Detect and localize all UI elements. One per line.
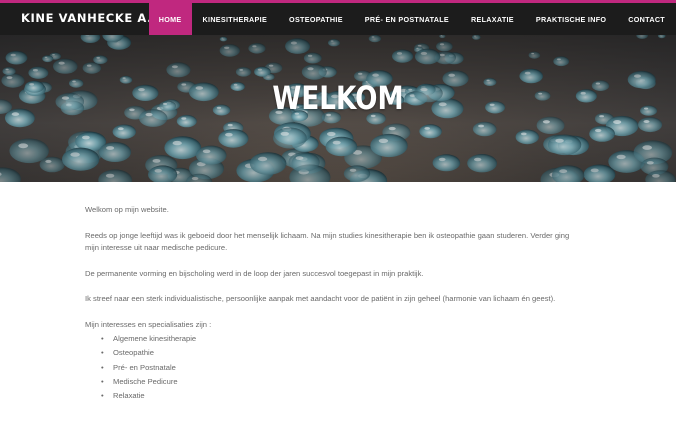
paragraph-specialisations-intro: Mijn interesses en specialisaties zijn : xyxy=(85,319,212,329)
top-navigation-bar: KINE VANHECKE A. HOME KINESITHERAPIE OST… xyxy=(0,0,676,35)
nav-item-contact[interactable]: CONTACT xyxy=(617,3,676,35)
main-content: Welkom op mijn website. Reeds op jonge l… xyxy=(85,204,585,403)
bullet-icon: • xyxy=(101,376,104,386)
list-item: • Pré- en Postnatale xyxy=(101,361,585,375)
nav-item-praktische-info[interactable]: PRAKTISCHE INFO xyxy=(525,3,617,35)
main-nav: HOME KINESITHERAPIE OSTEOPATHIE PRÉ- EN … xyxy=(148,3,676,35)
specialisations-list: • Algemene kinesitherapie • Osteopathie • P… xyxy=(101,332,585,403)
intro-paragraph: Welkom op mijn website. xyxy=(85,205,169,214)
list-item: • Osteopathie xyxy=(101,346,585,360)
list-item: • Medische Pedicure xyxy=(101,375,585,389)
hero-banner: WELKOM xyxy=(0,35,676,182)
paragraph-approach: Ik streef naar een sterk individualistis… xyxy=(85,294,556,303)
list-item: • Relaxatie xyxy=(101,389,585,403)
list-item: • Algemene kinesitherapie xyxy=(101,332,585,346)
nav-item-relaxatie[interactable]: RELAXATIE xyxy=(460,3,525,35)
paragraph-background: Reeds op jonge leeftijd was ik geboeid d… xyxy=(85,230,570,253)
bullet-icon: • xyxy=(101,334,104,343)
bullet-icon: • xyxy=(101,391,104,401)
nav-item-pre-en-postnatale[interactable]: PRÉ- EN POSTNATALE xyxy=(354,3,460,35)
bullet-icon: • xyxy=(101,362,104,372)
bullet-icon: • xyxy=(101,348,104,358)
site-logo[interactable]: KINE VANHECKE A. xyxy=(21,11,152,25)
nav-item-home[interactable]: HOME xyxy=(148,3,192,35)
nav-item-osteopathie[interactable]: OSTEOPATHIE xyxy=(278,3,354,35)
page-title: WELKOM xyxy=(272,79,404,117)
paragraph-training: De permanente vorming en bijscholing wer… xyxy=(85,268,424,278)
nav-item-kinesitherapie[interactable]: KINESITHERAPIE xyxy=(192,3,279,35)
